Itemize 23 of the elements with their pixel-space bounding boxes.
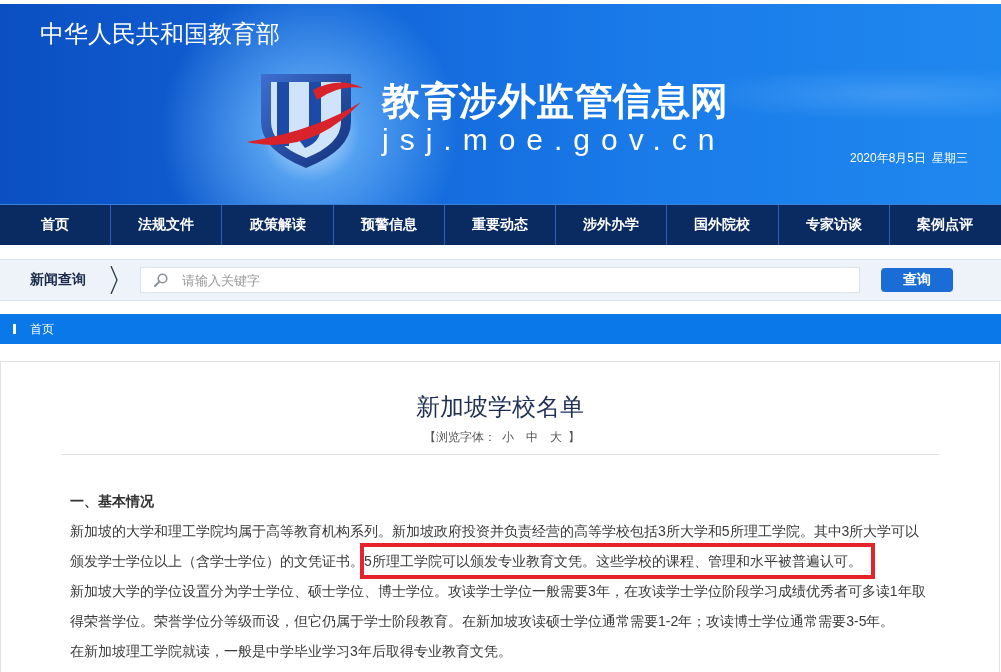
site-domain: jsj.moe.gov.cn (382, 124, 727, 156)
breadcrumb-link[interactable]: 首页 (30, 320, 54, 338)
article-title: 新加坡学校名单 (416, 393, 584, 422)
search-button[interactable]: 查询 (881, 268, 953, 292)
font-size-label: 【浏览字体： (424, 429, 496, 446)
search-icon (154, 273, 168, 287)
paragraph: 在新加坡理工学院就读，一般是中学毕业学习3年后取得专业教育文凭。 (70, 642, 513, 661)
search-label: 新闻查询 (30, 271, 87, 289)
site-name: 教育涉外监管信息网 (382, 79, 729, 124)
bracket-text: 】 (568, 429, 580, 446)
section-heading: 一、基本情况 (70, 492, 154, 511)
bar-marker-icon (13, 324, 16, 334)
paragraph: 新加坡的大学和理工学院均属于高等教育机构系列。新加坡政府投资并负责经营的高等学校包括3所大学和5所理工学院。其中3所大学可以颁发学士学位以上（含学士学位）的文凭证书。5所理工学院可以颁发专业教育文凭。这些学校的课程、管理和水平被普遍认可。 (70, 516, 928, 576)
paragraph: 新加坡大学的学位设置分为学士学位、硕士学位、博士学位。攻读学士学位一般需要3年，在攻读学士学位阶段学习成绩优秀者可多读1年取得荣誉学位。荣誉学位分等级而设，但它仍属于学士阶段教育。在新加坡攻读硕士学位通常需要1-2年；攻读博士学位通常需要3-5年。 (70, 582, 927, 631)
font-size-option[interactable]: 中 (526, 427, 538, 447)
search-field[interactable]: 请输入关键字 (140, 267, 860, 293)
chevron-icon (110, 266, 118, 294)
highlighted-sentence: 5所理工学院可以颁发专业教育文凭。这些学校的课程、管理和水平被普遍认可。 (360, 543, 875, 579)
font-size-option[interactable]: 大 (550, 427, 562, 447)
ministry-name: 中华人民共和国教育部 (40, 20, 280, 48)
date-text: 2020年8月5日 (849, 151, 926, 165)
weekday-text: 星期三 (932, 151, 968, 165)
font-size-option[interactable]: 小 (502, 427, 514, 447)
